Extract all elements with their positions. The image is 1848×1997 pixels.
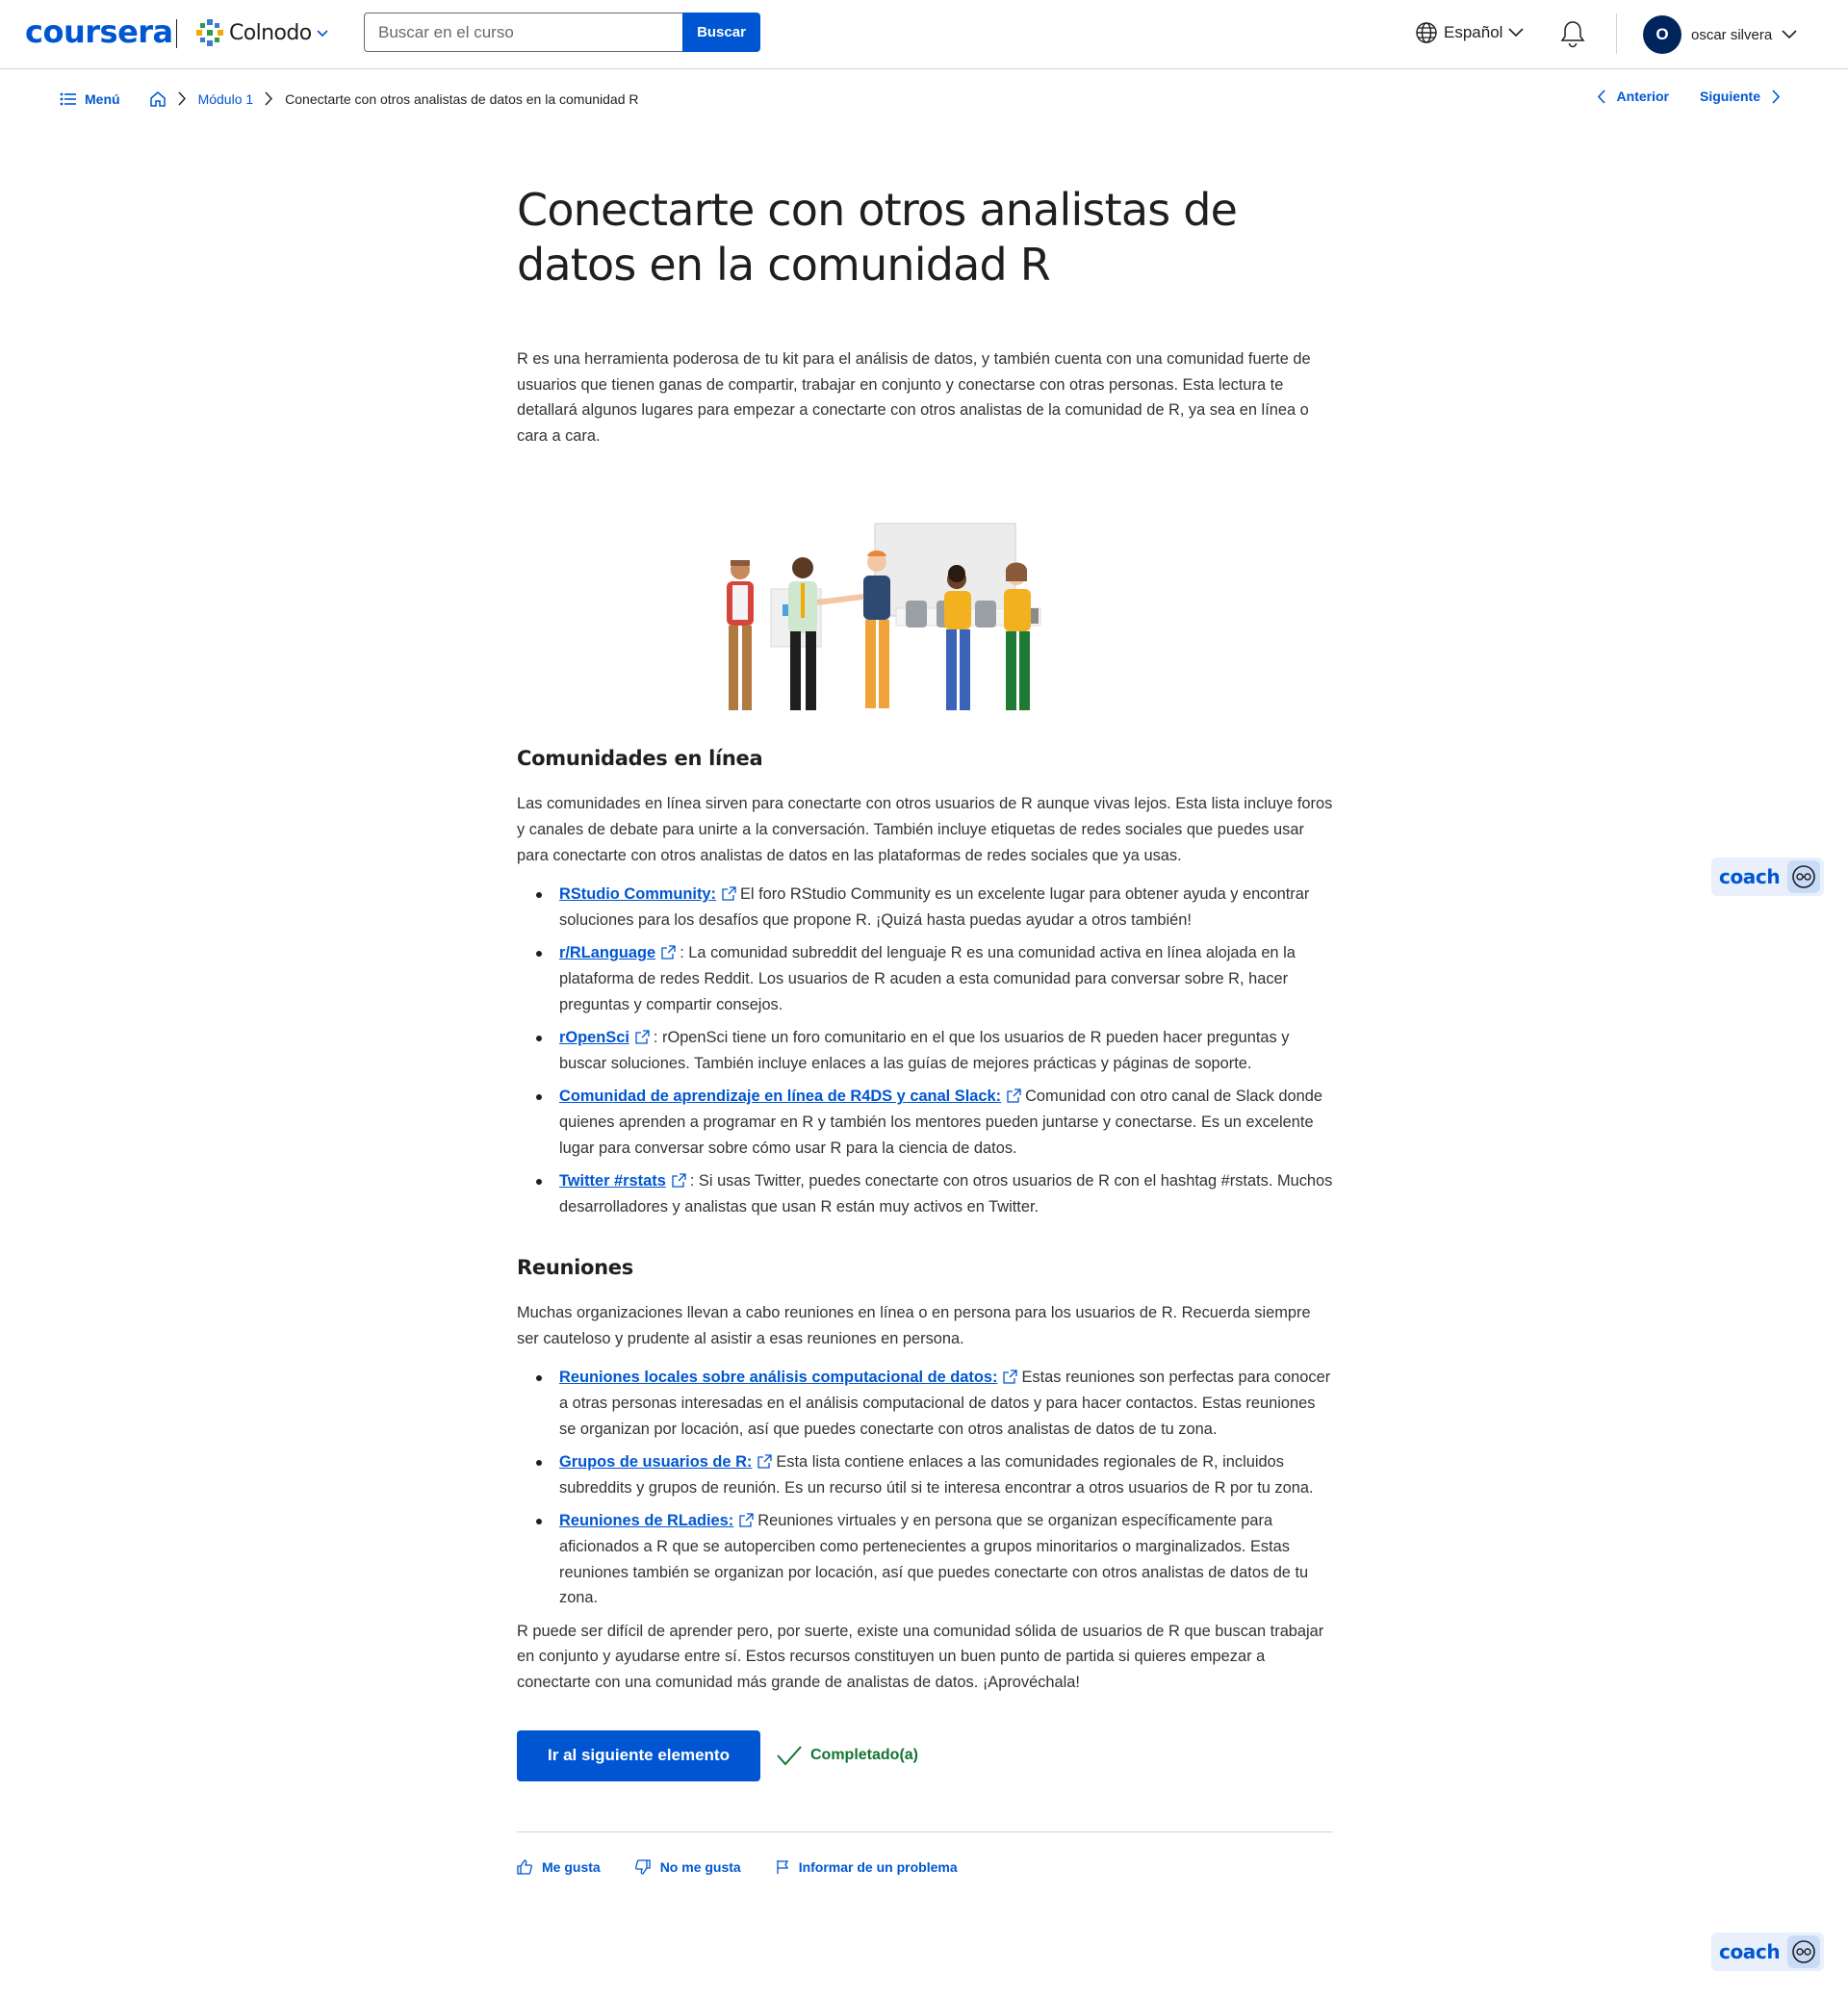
external-link-icon <box>757 1454 773 1469</box>
logo-divider <box>176 19 177 48</box>
user-menu[interactable]: O oscar silvera <box>1643 15 1797 54</box>
coursera-logo[interactable]: coursera <box>25 13 173 50</box>
external-link-icon <box>635 1030 650 1044</box>
course-search: Buscar <box>364 13 760 52</box>
language-label: Español <box>1444 23 1503 41</box>
breadcrumb-module-link[interactable]: Módulo 1 <box>198 91 254 107</box>
next-label: Siguiente <box>1699 89 1760 104</box>
breadcrumb: Menú Módulo 1 Conectarte con otros anali… <box>60 90 639 107</box>
thumbs-up-icon <box>517 1858 532 1875</box>
menu-label: Menú <box>85 90 120 107</box>
twitter-rstats-link[interactable]: Twitter #rstats <box>559 1172 666 1190</box>
reading-content: Conectarte con otros analistas de datos … <box>517 183 1333 1875</box>
page-title: Conectarte con otros analistas de datos … <box>517 184 1238 291</box>
user-name: oscar silvera <box>1691 26 1773 43</box>
home-link[interactable] <box>149 90 167 107</box>
partner-name: Colnodo <box>229 20 312 45</box>
chevron-down-icon <box>1782 30 1797 39</box>
rstudio-community-link[interactable]: RStudio Community: <box>559 885 716 903</box>
chevron-down-icon <box>1508 28 1525 38</box>
feedback-bar: Me gusta No me gusta Informar de un prob… <box>517 1859 1333 1875</box>
external-link-icon <box>672 1173 686 1188</box>
next-button[interactable]: Siguiente <box>1700 89 1781 104</box>
external-link-icon <box>1003 1370 1018 1385</box>
external-link-icon <box>1007 1088 1021 1103</box>
coach-label: coach <box>1719 1940 1781 1963</box>
chevron-right-icon <box>178 91 187 106</box>
checkmark-icon <box>777 1746 802 1766</box>
rlanguage-link[interactable]: r/RLanguage <box>559 944 655 961</box>
previous-button[interactable]: Anterior <box>1597 89 1669 104</box>
dislike-label: No me gusta <box>659 1858 741 1875</box>
report-label: Informar de un problema <box>798 1858 958 1875</box>
like-label: Me gusta <box>542 1858 601 1875</box>
coach-glasses-icon <box>1787 860 1820 893</box>
rladies-link[interactable]: Reuniones de RLadies: <box>559 1512 733 1529</box>
external-link-icon <box>739 1513 754 1528</box>
item-navigation: Anterior Siguiente <box>1597 89 1781 104</box>
meetups-list: Reuniones locales sobre análisis computa… <box>517 1365 1333 1610</box>
thumbs-down-icon <box>634 1858 651 1875</box>
search-input[interactable] <box>364 13 682 52</box>
like-button[interactable]: Me gusta <box>517 1859 601 1875</box>
meetups-heading: Reuniones <box>517 1256 633 1280</box>
chevron-right-icon <box>265 91 273 106</box>
local-meetups-link[interactable]: Reuniones locales sobre análisis computa… <box>559 1369 997 1386</box>
language-selector[interactable]: Español <box>1415 21 1525 44</box>
r4ds-slack-link[interactable]: Comunidad de aprendizaje en línea de R4D… <box>559 1088 1001 1105</box>
notifications-bell-icon[interactable] <box>1559 19 1586 53</box>
avatar: O <box>1643 15 1681 54</box>
online-communities-heading: Comunidades en línea <box>517 747 763 771</box>
list-item: Reuniones locales sobre análisis computa… <box>536 1365 1333 1442</box>
colnodo-mark-icon <box>196 19 223 46</box>
list-item: r/RLanguage: La comunidad subreddit del … <box>536 940 1333 1017</box>
coach-glasses-icon <box>1787 1935 1820 1968</box>
r-user-groups-link[interactable]: Grupos de usuarios de R: <box>559 1453 752 1471</box>
chevron-left-icon <box>1597 89 1605 104</box>
header-divider <box>1616 13 1617 54</box>
completion-actions: Ir al siguiente elemento Completado(a) <box>517 1729 1333 1781</box>
list-item: rOpenSci: rOpenSci tiene un foro comunit… <box>536 1025 1333 1076</box>
list-item: Twitter #rstats: Si usas Twitter, puedes… <box>536 1168 1333 1219</box>
breadcrumb-current: Conectarte con otros analistas de datos … <box>285 90 639 107</box>
partner-menu-chevron-icon[interactable] <box>312 23 333 44</box>
completed-label: Completado(a) <box>810 1747 918 1764</box>
intro-paragraph: R es una herramienta poderosa de tu kit … <box>517 350 1311 445</box>
partner-logo[interactable]: Colnodo <box>194 17 312 48</box>
chevron-right-icon <box>1772 89 1781 104</box>
feedback-divider <box>517 1831 1333 1832</box>
menu-button[interactable]: Menú <box>60 91 120 107</box>
coach-label: coach <box>1719 865 1781 888</box>
coach-widget[interactable]: coach <box>1711 858 1824 896</box>
coach-widget[interactable]: coach <box>1711 1933 1824 1971</box>
online-communities-list: RStudio Community: El foro RStudio Commun… <box>517 882 1333 1219</box>
community-people-illustration <box>727 523 1041 711</box>
home-icon <box>149 91 166 107</box>
list-item: Grupos de usuarios de R: Esta lista conti… <box>536 1449 1333 1500</box>
previous-label: Anterior <box>1616 89 1669 104</box>
ropensci-link[interactable]: rOpenSci <box>559 1029 629 1046</box>
list-menu-icon <box>60 92 76 105</box>
online-communities-text: Las comunidades en línea sirven para con… <box>517 795 1333 864</box>
list-item: RStudio Community: El foro RStudio Commun… <box>536 882 1333 933</box>
closing-paragraph: R puede ser difícil de aprender pero, po… <box>517 1622 1324 1691</box>
search-button[interactable]: Buscar <box>682 13 760 52</box>
external-link-icon <box>661 945 676 960</box>
go-to-next-item-button[interactable]: Ir al siguiente elemento <box>517 1729 760 1781</box>
list-item: Reuniones de RLadies: Reuniones virtuales… <box>536 1508 1333 1610</box>
list-item: Comunidad de aprendizaje en línea de R4D… <box>536 1084 1333 1161</box>
globe-icon <box>1416 22 1437 43</box>
dislike-button[interactable]: No me gusta <box>634 1858 741 1875</box>
flag-icon <box>777 1859 788 1874</box>
report-problem-button[interactable]: Informar de un problema <box>776 1859 958 1875</box>
completed-status: Completado(a) <box>776 1745 918 1766</box>
external-link-icon <box>722 886 736 901</box>
meetups-text: Muchas organizaciones llevan a cabo reun… <box>517 1304 1311 1347</box>
list-item-text: : rOpenSci tiene un foro comunitario en … <box>559 1029 1290 1072</box>
top-header: coursera Colnodo Buscar Español <box>0 0 1848 69</box>
